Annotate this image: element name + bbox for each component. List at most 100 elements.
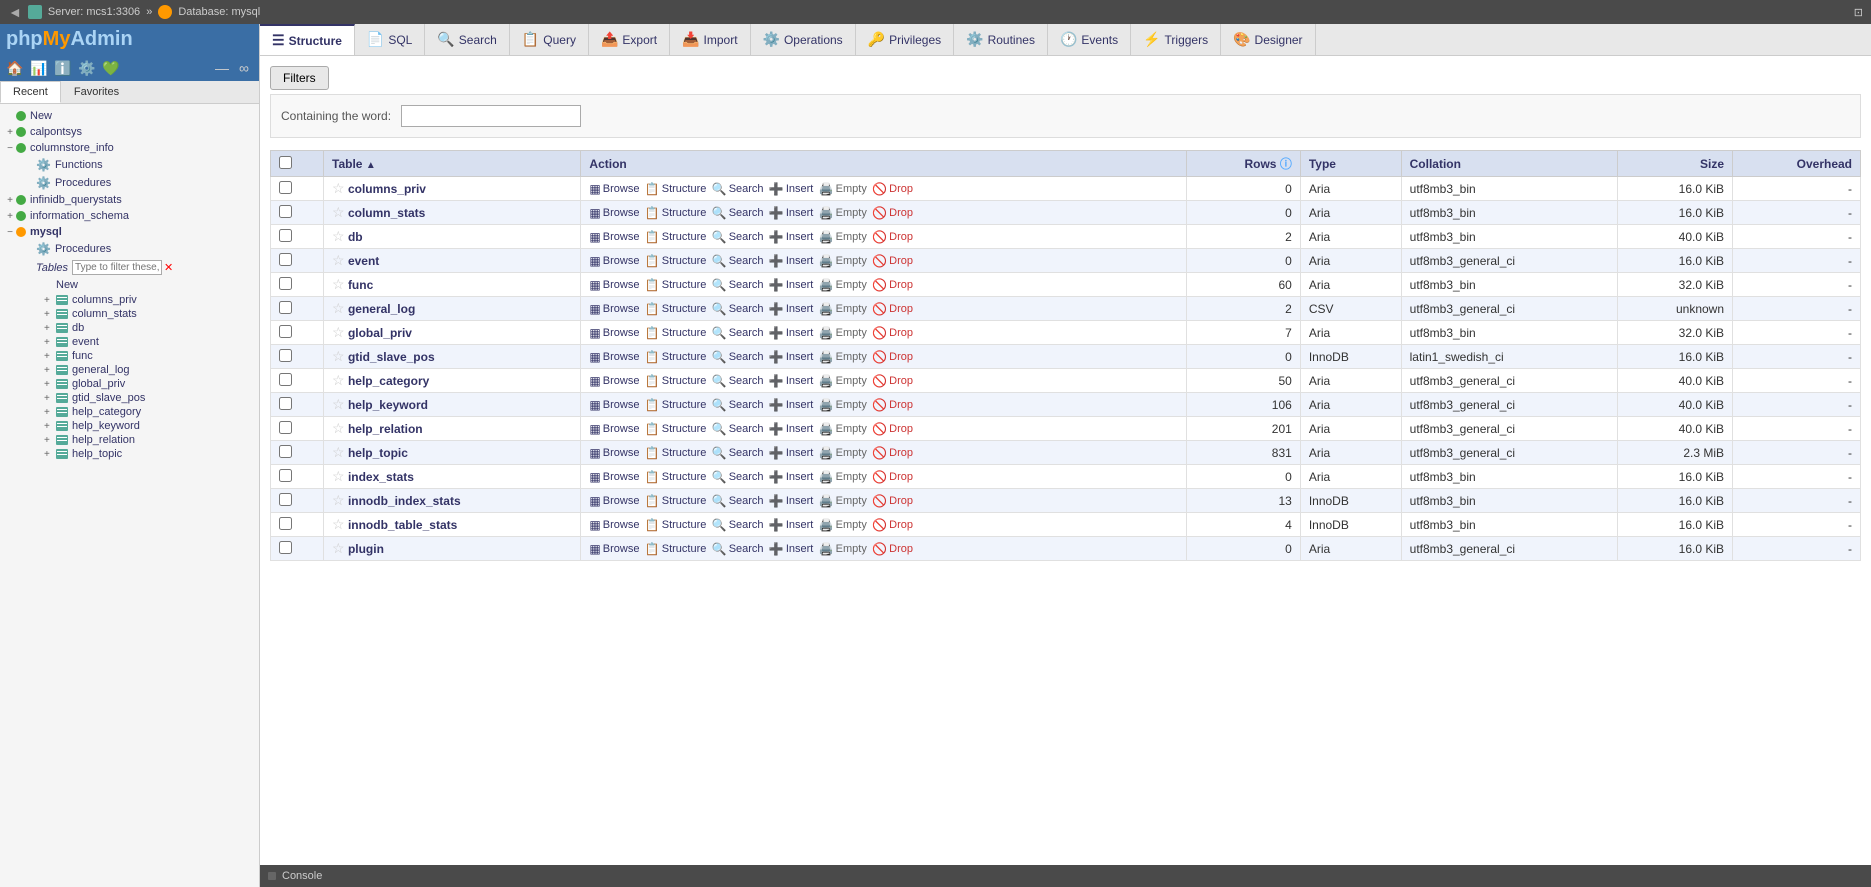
insert-btn[interactable]: ➕ Insert — [769, 398, 813, 412]
table-name-link[interactable]: help_keyword — [348, 398, 428, 412]
search-btn[interactable]: 🔍 Search — [712, 206, 764, 220]
home-icon[interactable]: 🏠 — [6, 59, 24, 77]
insert-btn[interactable]: ➕ Insert — [769, 350, 813, 364]
drop-btn[interactable]: 🚫 Drop — [872, 422, 913, 436]
browse-btn[interactable]: ▦ Browse — [589, 350, 639, 364]
search-btn[interactable]: 🔍 Search — [712, 446, 764, 460]
structure-btn[interactable]: 📋 Structure — [645, 494, 707, 508]
empty-btn[interactable]: 🖨️ Empty — [819, 494, 867, 508]
tab-sql[interactable]: 📄 SQL — [355, 24, 425, 55]
settings-icon[interactable]: ⚙️ — [78, 59, 96, 77]
row-select-checkbox[interactable] — [279, 253, 292, 266]
insert-btn[interactable]: ➕ Insert — [769, 206, 813, 220]
star-icon[interactable]: ☆ — [332, 372, 345, 388]
star-icon[interactable]: ☆ — [332, 276, 345, 292]
row-select-checkbox[interactable] — [279, 325, 292, 338]
drop-btn[interactable]: 🚫 Drop — [872, 278, 913, 292]
tree-columnstore[interactable]: − columnstore_info — [0, 140, 259, 156]
star-icon[interactable]: ☆ — [332, 180, 345, 196]
row-select-checkbox[interactable] — [279, 205, 292, 218]
empty-btn[interactable]: 🖨️ Empty — [819, 518, 867, 532]
browse-btn[interactable]: ▦ Browse — [589, 326, 639, 340]
row-select-checkbox[interactable] — [279, 181, 292, 194]
search-btn[interactable]: 🔍 Search — [712, 470, 764, 484]
tab-structure[interactable]: ☰ Structure — [260, 24, 355, 55]
browse-btn[interactable]: ▦ Browse — [589, 518, 639, 532]
resize-icon[interactable]: ⊡ — [1854, 7, 1863, 19]
drop-btn[interactable]: 🚫 Drop — [872, 542, 913, 556]
tree-mysql[interactable]: − mysql — [0, 224, 259, 240]
search-btn[interactable]: 🔍 Search — [712, 254, 764, 268]
structure-btn[interactable]: 📋 Structure — [645, 278, 707, 292]
select-all-checkbox[interactable] — [279, 156, 292, 169]
filters-button[interactable]: Filters — [270, 66, 329, 90]
tree-table-gtid[interactable]: + gtid_slave_pos — [16, 391, 259, 405]
star-icon[interactable]: ☆ — [332, 396, 345, 412]
browse-btn[interactable]: ▦ Browse — [589, 494, 639, 508]
structure-btn[interactable]: 📋 Structure — [645, 398, 707, 412]
search-btn[interactable]: 🔍 Search — [712, 374, 764, 388]
insert-btn[interactable]: ➕ Insert — [769, 470, 813, 484]
star-icon[interactable]: ☆ — [332, 492, 345, 508]
browse-btn[interactable]: ▦ Browse — [589, 446, 639, 460]
green-icon[interactable]: 💚 — [102, 59, 120, 77]
structure-btn[interactable]: 📋 Structure — [645, 350, 707, 364]
search-btn[interactable]: 🔍 Search — [712, 398, 764, 412]
search-btn[interactable]: 🔍 Search — [712, 278, 764, 292]
row-select-checkbox[interactable] — [279, 277, 292, 290]
row-select-checkbox[interactable] — [279, 469, 292, 482]
tree-table-general-log[interactable]: + general_log — [16, 363, 259, 377]
insert-btn[interactable]: ➕ Insert — [769, 518, 813, 532]
col-table[interactable]: Table ▲ — [324, 151, 581, 177]
tree-mysql-procedures[interactable]: ⚙️ Procedures — [16, 240, 259, 258]
browse-btn[interactable]: ▦ Browse — [589, 302, 639, 316]
structure-btn[interactable]: 📋 Structure — [645, 542, 707, 556]
empty-btn[interactable]: 🖨️ Empty — [819, 182, 867, 196]
search-btn[interactable]: 🔍 Search — [712, 230, 764, 244]
row-select-checkbox[interactable] — [279, 517, 292, 530]
insert-btn[interactable]: ➕ Insert — [769, 494, 813, 508]
browse-btn[interactable]: ▦ Browse — [589, 398, 639, 412]
drop-btn[interactable]: 🚫 Drop — [872, 470, 913, 484]
expand-icon[interactable]: ∞ — [235, 59, 253, 77]
table-name-link[interactable]: columns_priv — [348, 182, 426, 196]
tab-events[interactable]: 🕐 Events — [1048, 24, 1131, 55]
search-btn[interactable]: 🔍 Search — [712, 182, 764, 196]
collapse-icon[interactable]: — — [213, 59, 231, 77]
row-select-checkbox[interactable] — [279, 421, 292, 434]
star-icon[interactable]: ☆ — [332, 420, 345, 436]
tree-table-func[interactable]: + func — [16, 349, 259, 363]
empty-btn[interactable]: 🖨️ Empty — [819, 326, 867, 340]
tab-query[interactable]: 📋 Query — [510, 24, 589, 55]
structure-btn[interactable]: 📋 Structure — [645, 470, 707, 484]
rows-info-icon[interactable]: ⓘ — [1280, 157, 1292, 171]
tree-table-event[interactable]: + event — [16, 335, 259, 349]
empty-btn[interactable]: 🖨️ Empty — [819, 470, 867, 484]
table-name-link[interactable]: column_stats — [348, 206, 425, 220]
browse-btn[interactable]: ▦ Browse — [589, 230, 639, 244]
tab-routines[interactable]: ⚙️ Routines — [954, 24, 1048, 55]
row-select-checkbox[interactable] — [279, 541, 292, 554]
tree-calpontsys[interactable]: + calpontsys — [0, 124, 259, 140]
empty-btn[interactable]: 🖨️ Empty — [819, 254, 867, 268]
empty-btn[interactable]: 🖨️ Empty — [819, 302, 867, 316]
star-icon[interactable]: ☆ — [332, 228, 345, 244]
insert-btn[interactable]: ➕ Insert — [769, 542, 813, 556]
row-select-checkbox[interactable] — [279, 397, 292, 410]
table-name-link[interactable]: innodb_index_stats — [348, 494, 461, 508]
structure-btn[interactable]: 📋 Structure — [645, 446, 707, 460]
table-name-link[interactable]: event — [348, 254, 379, 268]
empty-btn[interactable]: 🖨️ Empty — [819, 398, 867, 412]
search-btn[interactable]: 🔍 Search — [712, 326, 764, 340]
insert-btn[interactable]: ➕ Insert — [769, 182, 813, 196]
star-icon[interactable]: ☆ — [332, 540, 345, 556]
empty-btn[interactable]: 🖨️ Empty — [819, 542, 867, 556]
table-name-link[interactable]: plugin — [348, 542, 384, 556]
empty-btn[interactable]: 🖨️ Empty — [819, 350, 867, 364]
star-icon[interactable]: ☆ — [332, 204, 345, 220]
structure-btn[interactable]: 📋 Structure — [645, 230, 707, 244]
search-btn[interactable]: 🔍 Search — [712, 518, 764, 532]
tree-new[interactable]: New — [0, 108, 259, 124]
tab-triggers[interactable]: ⚡ Triggers — [1131, 24, 1221, 55]
insert-btn[interactable]: ➕ Insert — [769, 254, 813, 268]
